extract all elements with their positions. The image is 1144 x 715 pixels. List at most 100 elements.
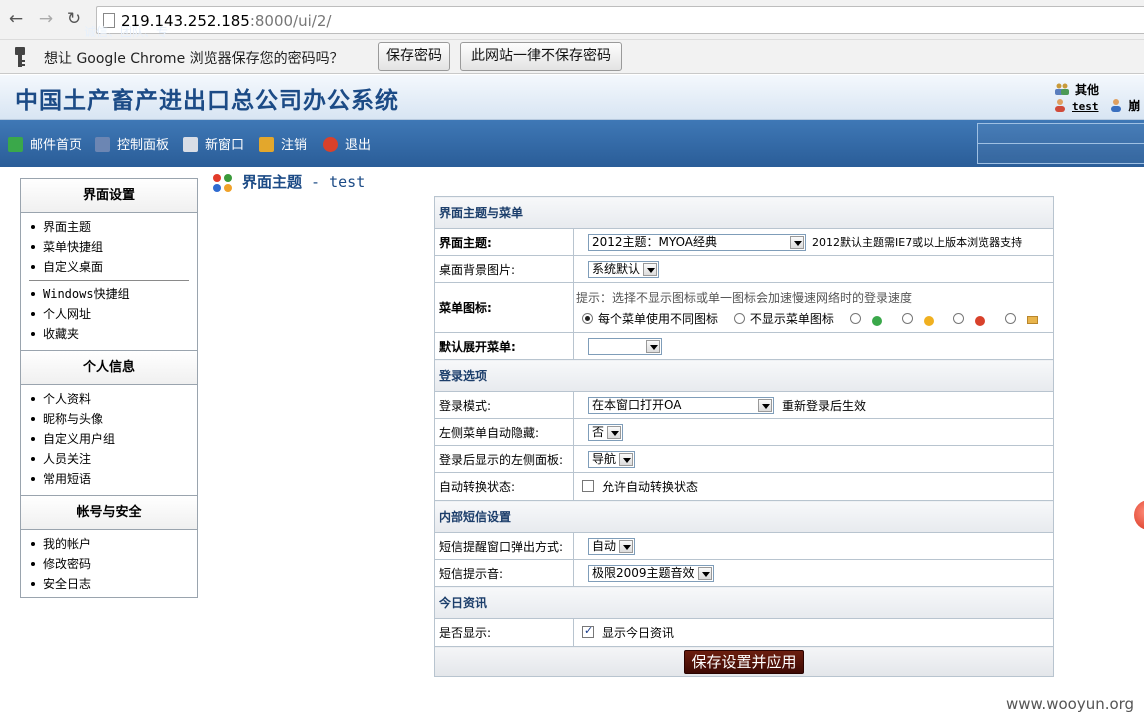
radio-label: 不显示菜单图标 bbox=[749, 311, 834, 326]
sidebar-group-interface: 界面设置 界面主题 菜单快捷组 自定义桌面 Windows快捷组 个人网址 收藏… bbox=[21, 179, 197, 351]
sidebar-group-title: 界面设置 bbox=[21, 179, 197, 213]
show-news-label: 是否显示: bbox=[434, 618, 574, 647]
never-save-password-button[interactable]: 此网站一律不保存密码 bbox=[460, 42, 622, 71]
table-row: 菜单图标: 提示：选择不显示图标或单一图标会加速慢速网络时的登录速度 每个菜单使… bbox=[434, 282, 1054, 333]
page-title-text: 界面主题 bbox=[242, 173, 303, 191]
red-dot-icon bbox=[975, 315, 986, 326]
reload-icon[interactable]: ↻ bbox=[64, 9, 84, 29]
main-nav: 邮件首页 控制面板 新窗口 注销 退出 bbox=[0, 120, 1144, 167]
mail-icon bbox=[8, 137, 23, 152]
exit-icon bbox=[323, 137, 338, 152]
radio-green-icon[interactable] bbox=[849, 312, 861, 324]
save-apply-button[interactable]: 保存设置并应用 bbox=[684, 649, 804, 674]
slogan-text: 诚信、团队、专 bbox=[84, 25, 169, 39]
sidebar-item-profile[interactable]: 个人资料 bbox=[21, 389, 197, 409]
nav-label: 注销 bbox=[281, 138, 308, 153]
forward-icon[interactable]: → bbox=[36, 9, 56, 29]
save-row: 保存设置并应用 bbox=[434, 646, 1054, 677]
slogan-box bbox=[977, 123, 1144, 164]
sidebar-item-followed[interactable]: 人员关注 bbox=[21, 449, 197, 469]
menu-icon-hint: 提示：选择不显示图标或单一图标会加速慢速网络时的登录速度 bbox=[576, 290, 913, 305]
radio-label: 每个菜单使用不同图标 bbox=[598, 311, 719, 326]
expand-menu-label: 默认展开菜单: bbox=[434, 332, 574, 360]
nav-control-panel[interactable]: 控制面板 bbox=[95, 134, 169, 153]
autohide-select[interactable]: 否 bbox=[588, 423, 624, 441]
sidebar-item-favorites[interactable]: 收藏夹 bbox=[21, 324, 197, 344]
section-title: 今日资讯 bbox=[434, 586, 1054, 619]
sidebar-item-security-log[interactable]: 安全日志 bbox=[21, 574, 197, 594]
new-window-icon bbox=[183, 137, 198, 152]
radio-folder-icon[interactable] bbox=[1005, 312, 1017, 324]
logout-icon bbox=[259, 137, 274, 152]
user2-icon bbox=[1111, 99, 1122, 112]
section-title: 界面主题与菜单 bbox=[434, 196, 1054, 229]
show-news-text: 显示今日资讯 bbox=[602, 626, 675, 640]
left-panel-value: 导航 bbox=[592, 451, 617, 466]
sidebar-item-phrases[interactable]: 常用短语 bbox=[21, 469, 197, 489]
auto-status-label: 自动转换状态: bbox=[434, 472, 574, 501]
theme-label: 界面主题: bbox=[434, 228, 574, 256]
show-news-checkbox[interactable] bbox=[582, 624, 594, 638]
expand-menu-select[interactable] bbox=[588, 337, 662, 355]
sidebar-group-personal: 个人信息 个人资料 昵称与头像 自定义用户组 人员关注 常用短语 bbox=[21, 351, 197, 496]
other-link[interactable]: 其他 bbox=[1054, 81, 1099, 98]
chevron-down-icon bbox=[619, 452, 634, 466]
nav-label: 邮件首页 bbox=[30, 138, 83, 153]
sms-sound-label: 短信提示音: bbox=[434, 559, 574, 587]
nav-label: 新窗口 bbox=[205, 138, 245, 153]
sidebar-item-custom-desktop[interactable]: 自定义桌面 bbox=[21, 257, 197, 277]
watermark-text: www.wooyun.org bbox=[1006, 695, 1135, 713]
chevron-down-icon bbox=[607, 425, 622, 439]
back-icon[interactable]: ← bbox=[6, 9, 26, 29]
sidebar-item-custom-groups[interactable]: 自定义用户组 bbox=[21, 429, 197, 449]
username-link[interactable]: test bbox=[1072, 100, 1099, 113]
floating-red-button[interactable] bbox=[1134, 500, 1144, 530]
settings-table: 界面主题与菜单 界面主题: 2012主题：MYOA经典 2012默认主题需IE7或… bbox=[434, 196, 1054, 677]
nav-new-window[interactable]: 新窗口 bbox=[183, 134, 244, 153]
chevron-down-icon bbox=[697, 566, 712, 580]
table-row: 是否显示: 显示今日资讯 bbox=[434, 618, 1054, 647]
radio-different-icons[interactable] bbox=[582, 312, 593, 324]
table-row: 自动转换状态: 允许自动转换状态 bbox=[434, 472, 1054, 501]
login-mode-label: 登录模式: bbox=[434, 391, 574, 419]
nav-exit[interactable]: 退出 bbox=[323, 134, 371, 153]
radio-red-icon[interactable] bbox=[953, 312, 965, 324]
login-mode-select[interactable]: 在本窗口打开OA bbox=[588, 396, 774, 414]
password-prompt-text: 想让 Google Chrome 浏览器保存您的密码吗？ bbox=[44, 51, 344, 67]
sms-popup-select[interactable]: 自动 bbox=[588, 537, 636, 555]
page-title-user: - test bbox=[302, 173, 366, 191]
save-password-button[interactable]: 保存密码 bbox=[378, 42, 450, 71]
sidebar-item-windows-shortcut[interactable]: Windows快捷组 bbox=[21, 284, 197, 304]
table-row: 短信提示音: 极限2009主题音效 bbox=[434, 559, 1054, 587]
sidebar-item-nickname-avatar[interactable]: 昵称与头像 bbox=[21, 409, 197, 429]
sidebar-item-my-account[interactable]: 我的帐户 bbox=[21, 534, 197, 554]
sidebar-item-change-password[interactable]: 修改密码 bbox=[21, 554, 197, 574]
yellow-dot-icon bbox=[923, 315, 934, 326]
settings-sidebar: 界面设置 界面主题 菜单快捷组 自定义桌面 Windows快捷组 个人网址 收藏… bbox=[20, 178, 198, 598]
background-select[interactable]: 系统默认 bbox=[588, 260, 660, 278]
address-bar[interactable]: 219.143.252.185:8000/ui/2/ bbox=[96, 6, 1144, 34]
left-panel-select[interactable]: 导航 bbox=[588, 450, 636, 468]
radio-no-icons[interactable] bbox=[733, 312, 745, 324]
sidebar-item-menu-shortcut[interactable]: 菜单快捷组 bbox=[21, 237, 197, 257]
chevron-down-icon bbox=[643, 262, 658, 276]
sidebar-group-title: 个人信息 bbox=[21, 351, 197, 385]
nav-mail-home[interactable]: 邮件首页 bbox=[8, 134, 82, 153]
sms-sound-select[interactable]: 极限2009主题音效 bbox=[588, 564, 714, 582]
auto-status-checkbox[interactable] bbox=[582, 480, 594, 492]
theme-select[interactable]: 2012主题：MYOA经典 bbox=[588, 233, 806, 251]
sidebar-group-title: 帐号与安全 bbox=[21, 496, 197, 530]
sidebar-item-personal-urls[interactable]: 个人网址 bbox=[21, 304, 197, 324]
autohide-value: 否 bbox=[592, 424, 605, 439]
section-header: 今日资讯 bbox=[434, 586, 1054, 619]
url-path: :8000/ui/2/ bbox=[249, 12, 332, 30]
menu-icon-label: 菜单图标: bbox=[434, 282, 574, 333]
control-panel-icon bbox=[95, 137, 110, 152]
nav-logout[interactable]: 注销 bbox=[259, 134, 307, 153]
sidebar-item-theme[interactable]: 界面主题 bbox=[21, 217, 197, 237]
autohide-label: 左侧菜单自动隐藏: bbox=[434, 418, 574, 446]
table-row: 左侧菜单自动隐藏: 否 bbox=[434, 418, 1054, 446]
radio-yellow-icon[interactable] bbox=[901, 312, 913, 324]
theme-note: 2012默认主题需IE7或以上版本浏览器支持 bbox=[812, 236, 1023, 249]
table-row: 桌面背景图片: 系统默认 bbox=[434, 255, 1054, 283]
